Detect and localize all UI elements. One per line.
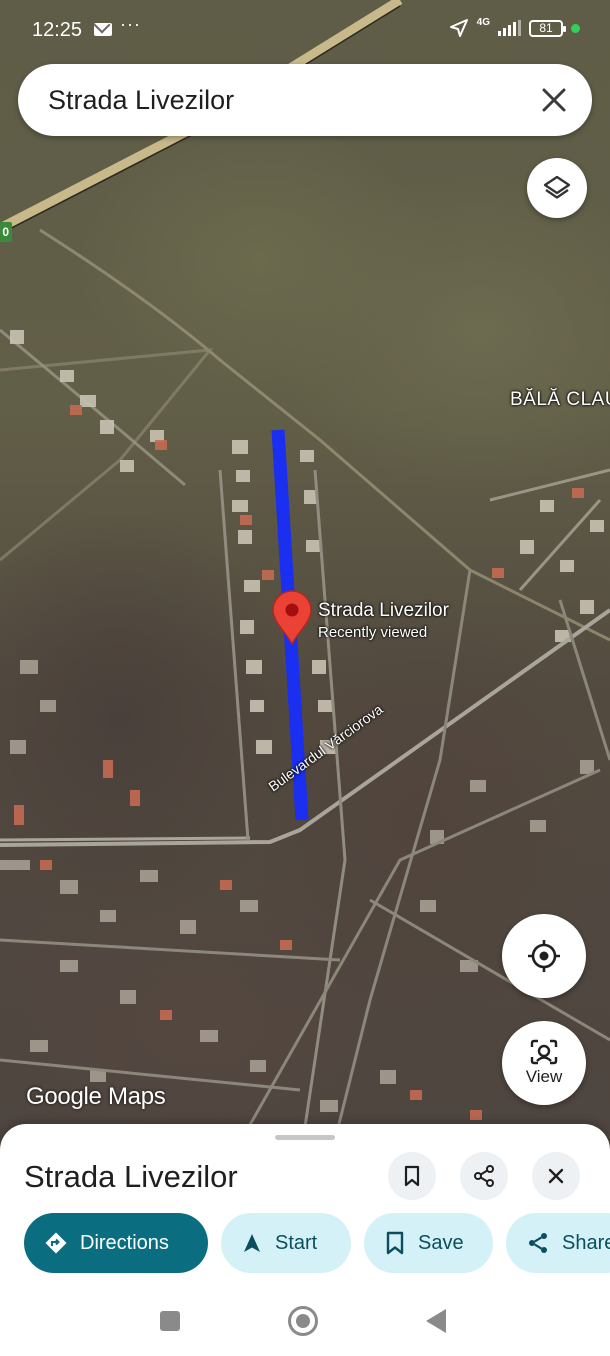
close-icon [548,1168,564,1184]
battery-icon: 81 [529,19,566,37]
back-button[interactable] [426,1309,446,1333]
bookmark-icon [386,1231,404,1255]
close-sheet-button[interactable] [532,1152,580,1200]
directions-label: Directions [80,1231,169,1254]
share-button[interactable]: Share [506,1213,610,1273]
crosshair-location-icon [528,940,560,972]
share-icon [474,1165,494,1187]
system-nav-bar [0,1290,610,1356]
home-button[interactable] [288,1306,318,1336]
status-bar: 12:25 ··· 4G 81 [0,0,610,60]
close-icon[interactable] [538,84,570,116]
share-icon [529,1233,547,1253]
street-view-button[interactable]: View [502,1021,586,1105]
network-type: 4G [476,17,490,28]
save-label: Save [418,1231,464,1254]
recent-apps-button[interactable] [160,1311,180,1331]
save-icon-button[interactable] [388,1152,436,1200]
my-location-button[interactable] [502,914,586,998]
drag-handle[interactable] [275,1135,335,1140]
search-bar[interactable]: Strada Livezilor [18,64,592,136]
start-button[interactable]: Start [221,1213,351,1273]
place-label-subtitle: Recently viewed [318,624,428,641]
route-number-badge: 0 [0,222,12,242]
place-title: Strada Livezilor [24,1159,238,1194]
more-notifications-icon: ··· [120,14,141,34]
layers-button[interactable] [527,158,587,218]
place-label-title[interactable]: Strada Livezilor [318,600,449,622]
mail-notification-icon [94,23,112,36]
location-active-icon [449,19,468,37]
directions-icon [45,1232,67,1254]
battery-level: 81 [539,20,553,35]
place-bottom-sheet[interactable]: Strada Livezilor Directions Start Save S… [0,1124,610,1356]
signal-strength-icon [498,20,521,36]
share-icon-button[interactable] [460,1152,508,1200]
save-button[interactable]: Save [364,1213,493,1273]
area-label: BĂLĂ CLAU [510,389,610,410]
search-query[interactable]: Strada Livezilor [48,85,234,116]
share-label: Share [562,1231,610,1254]
google-maps-logo: Google Maps [26,1083,166,1110]
start-label: Start [275,1231,318,1254]
privacy-indicator-icon [571,23,580,33]
view-label: View [525,1067,563,1086]
status-time: 12:25 [32,19,83,41]
directions-button[interactable]: Directions [24,1213,208,1273]
location-pin-icon [272,590,312,646]
camera-view-icon [530,1039,558,1065]
layers-icon [543,175,571,199]
navigation-arrow-icon [244,1234,260,1252]
bookmark-icon [404,1165,420,1187]
